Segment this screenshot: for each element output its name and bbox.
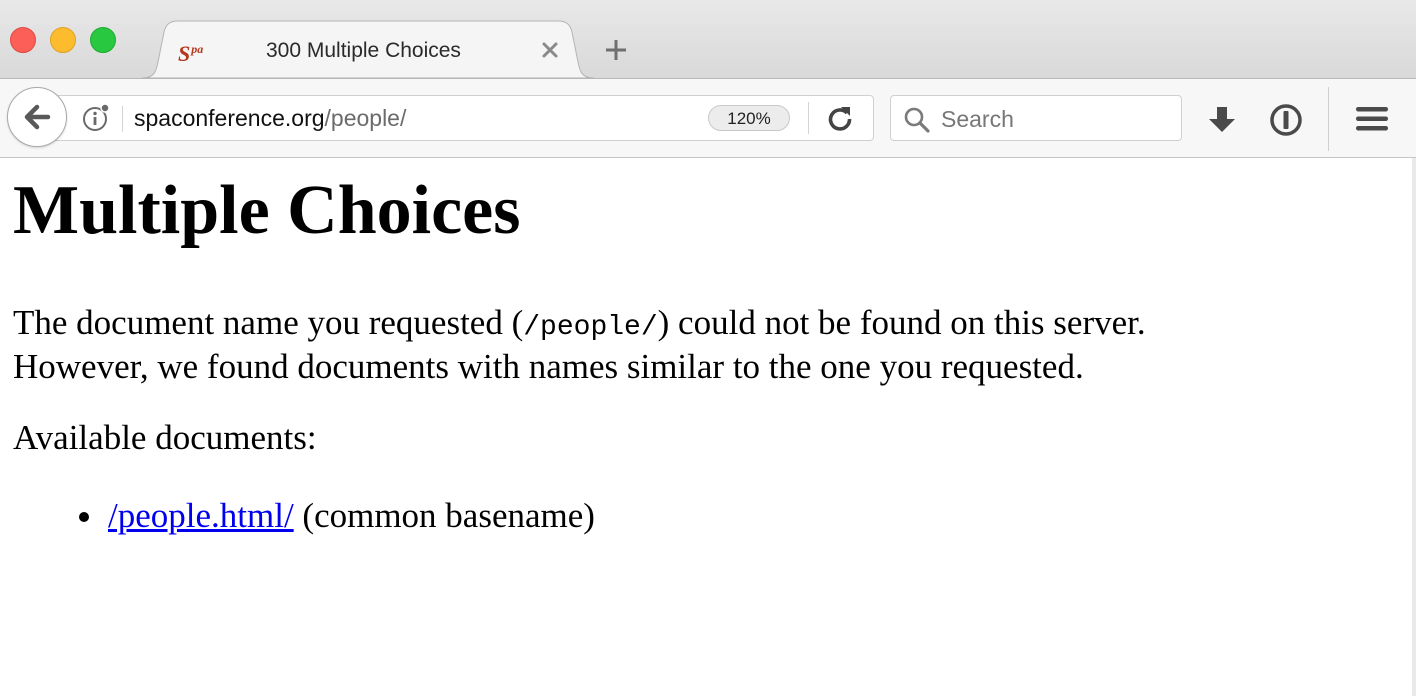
close-icon[interactable] — [539, 39, 561, 61]
back-arrow-icon — [24, 104, 51, 130]
window-zoom-button[interactable] — [90, 27, 116, 53]
document-note: (common basename) — [293, 496, 595, 535]
url-host: spaconference.org — [134, 105, 325, 131]
download-icon[interactable] — [1206, 104, 1238, 136]
document-link[interactable]: /people.html/ — [108, 496, 294, 535]
search-input[interactable] — [941, 105, 1171, 133]
search-icon — [904, 107, 930, 133]
back-button[interactable] — [7, 87, 67, 147]
message-text-before: The document name you requested ( — [13, 303, 524, 342]
favicon-letter: S — [178, 41, 191, 66]
hamburger-menu-icon[interactable] — [1355, 104, 1389, 134]
url-path: /people/ — [324, 105, 407, 131]
window-minimize-button[interactable] — [50, 27, 76, 53]
documents-list: /people.html/ (common basename) — [0, 496, 595, 535]
title-bar: Spa 300 Multiple Choices — [0, 0, 1416, 79]
available-documents-label: Available documents: — [13, 418, 317, 457]
info-icon[interactable] — [81, 103, 111, 133]
navigation-toolbar: spaconference.org/people/ 120% — [0, 79, 1416, 158]
bullet — [79, 512, 89, 522]
url-text[interactable]: spaconference.org/people/ — [134, 105, 406, 132]
window-right-edge — [1412, 158, 1416, 696]
site-favicon: Spa — [178, 38, 203, 65]
browser-tab-active[interactable]: Spa 300 Multiple Choices — [142, 20, 602, 79]
message-line-2: However, we found documents with names s… — [13, 347, 1084, 386]
message-text-after: ) could not be found on this server. — [657, 303, 1146, 342]
tab-title: 300 Multiple Choices — [266, 39, 461, 62]
favicon-superscript: pa — [191, 42, 204, 56]
list-item: /people.html/ (common basename) — [0, 496, 595, 535]
toolbar-divider — [1328, 87, 1329, 151]
url-separator — [122, 106, 123, 132]
window-close-button[interactable] — [10, 27, 36, 53]
error-message: The document name you requested (/people… — [13, 303, 1393, 386]
reload-icon[interactable] — [826, 105, 854, 133]
page-heading: Multiple Choices — [13, 172, 521, 249]
search-bar[interactable] — [890, 95, 1182, 141]
page-content: Multiple Choices The document name you r… — [0, 158, 1412, 696]
reload-separator — [808, 102, 809, 134]
onepassword-icon[interactable] — [1268, 102, 1304, 138]
new-tab-button[interactable] — [603, 37, 629, 63]
zoom-level-button[interactable]: 120% — [708, 105, 790, 131]
requested-path: /people/ — [523, 312, 658, 343]
